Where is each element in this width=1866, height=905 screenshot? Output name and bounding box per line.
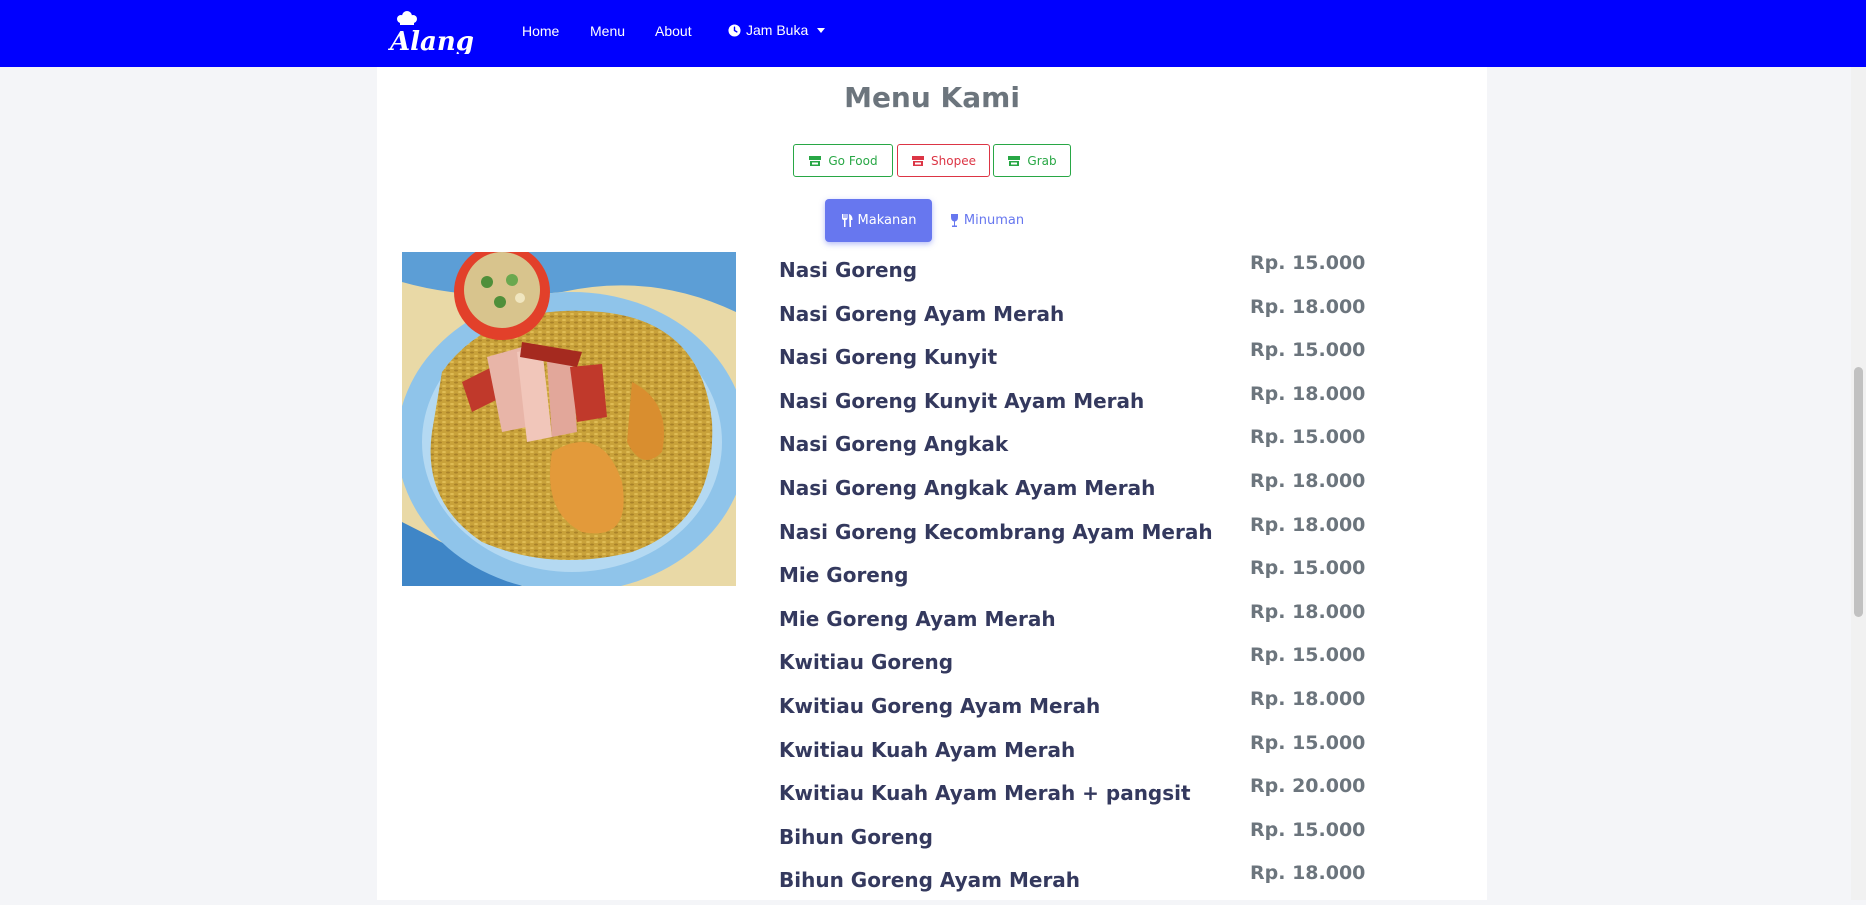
tab-makanan[interactable]: Makanan [825, 199, 932, 242]
list-item[interactable]: Nasi Goreng Kecombrang Ayam Merah Rp. 18… [779, 513, 1365, 557]
shopee-label: Shopee [931, 153, 976, 168]
item-price: Rp. 15.000 [1250, 644, 1366, 667]
item-name: Kwitiau Goreng Ayam Merah [779, 693, 1101, 718]
item-name: Mie Goreng Ayam Merah [779, 606, 1056, 631]
menu-list: Nasi Goreng Rp. 15.000 Nasi Goreng Ayam … [779, 251, 1365, 905]
item-price: Rp. 18.000 [1250, 513, 1366, 536]
list-item[interactable]: Mie Goreng Rp. 15.000 [779, 556, 1365, 600]
list-item[interactable]: Bihun Goreng Ayam Merah Rp. 18.000 [779, 861, 1365, 905]
list-item[interactable]: Kwitiau Kuah Ayam Merah + pangsit Rp. 20… [779, 774, 1365, 818]
list-item[interactable]: Bihun Goreng Rp. 15.000 [779, 818, 1365, 862]
item-price: Rp. 15.000 [1250, 339, 1366, 362]
menu-section: Menu Kami Go Food Shopee Grab Makanan Mi… [377, 67, 1487, 900]
tab-minuman[interactable]: Minuman [937, 199, 1037, 242]
item-price: Rp. 20.000 [1250, 775, 1366, 798]
top-navbar: Alang Home Menu About Jam Buka [0, 0, 1866, 67]
item-price: Rp. 18.000 [1250, 469, 1366, 492]
wine-glass-icon [950, 214, 958, 227]
caret-down-icon [817, 27, 826, 33]
store-icon [809, 155, 822, 166]
item-price: Rp. 15.000 [1250, 252, 1366, 274]
dish-photo [402, 252, 736, 586]
item-name: Mie Goreng [779, 563, 909, 588]
scrollbar-thumb[interactable] [1854, 367, 1863, 617]
item-price: Rp. 15.000 [1250, 557, 1366, 580]
item-name: Nasi Goreng Angkak Ayam Merah [779, 475, 1156, 500]
item-name: Kwitiau Kuah Ayam Merah + pangsit [779, 781, 1191, 806]
item-price: Rp. 15.000 [1250, 426, 1366, 449]
tab-makanan-label: Makanan [857, 213, 917, 228]
list-item[interactable]: Nasi Goreng Angkak Rp. 15.000 [779, 425, 1365, 469]
list-item[interactable]: Nasi Goreng Ayam Merah Rp. 18.000 [779, 295, 1365, 339]
item-name: Kwitiau Kuah Ayam Merah [779, 737, 1076, 762]
tab-minuman-label: Minuman [963, 213, 1025, 228]
scrollbar[interactable] [1851, 67, 1866, 900]
item-name: Kwitiau Goreng [779, 650, 954, 675]
item-price: Rp. 15.000 [1250, 818, 1366, 841]
store-icon [912, 155, 925, 166]
item-price: Rp. 18.000 [1250, 382, 1366, 405]
go-food-label: Go Food [828, 153, 878, 168]
item-price: Rp. 18.000 [1250, 295, 1366, 318]
item-price: Rp. 18.000 [1250, 862, 1366, 885]
list-item[interactable]: Nasi Goreng Angkak Ayam Merah Rp. 18.000 [779, 469, 1365, 513]
item-name: Nasi Goreng Kecombrang Ayam Merah [779, 519, 1213, 544]
item-name: Nasi Goreng Angkak [779, 432, 1009, 457]
hours-dropdown-label: Jam Buka [746, 22, 809, 38]
item-name: Nasi Goreng Kunyit [779, 345, 998, 370]
item-name: Nasi Goreng Kunyit Ayam Merah [779, 388, 1145, 413]
list-item[interactable]: Kwitiau Goreng Rp. 15.000 [779, 643, 1365, 687]
hours-dropdown[interactable]: Jam Buka [728, 22, 826, 38]
item-name: Nasi Goreng Ayam Merah [779, 301, 1065, 326]
item-name: Bihun Goreng [779, 824, 933, 849]
store-icon [1008, 155, 1021, 166]
list-item[interactable]: Nasi Goreng Kunyit Ayam Merah Rp. 18.000 [779, 382, 1365, 426]
utensils-icon [841, 214, 853, 227]
page-title: Menu Kami [844, 81, 1020, 114]
item-price: Rp. 15.000 [1250, 731, 1366, 754]
nav-about[interactable]: About [655, 23, 692, 39]
shopee-button[interactable]: Shopee [897, 144, 990, 177]
list-item[interactable]: Mie Goreng Ayam Merah Rp. 18.000 [779, 600, 1365, 644]
grab-label: Grab [1027, 153, 1057, 168]
grab-button[interactable]: Grab [993, 144, 1071, 177]
svg-text:Alang: Alang [388, 27, 474, 54]
nav-home[interactable]: Home [522, 23, 559, 39]
list-item[interactable]: Kwitiau Kuah Ayam Merah Rp. 15.000 [779, 731, 1365, 775]
list-item[interactable]: Kwitiau Goreng Ayam Merah Rp. 18.000 [779, 687, 1365, 731]
clock-icon [728, 23, 741, 37]
list-item[interactable]: Nasi Goreng Kunyit Rp. 15.000 [779, 338, 1365, 382]
item-name: Nasi Goreng [779, 258, 918, 282]
brand-logo[interactable]: Alang [388, 10, 480, 54]
item-price: Rp. 18.000 [1250, 687, 1366, 710]
go-food-button[interactable]: Go Food [793, 144, 893, 177]
list-item[interactable]: Nasi Goreng Rp. 15.000 [779, 251, 1365, 295]
item-name: Bihun Goreng Ayam Merah [779, 868, 1081, 893]
nav-menu[interactable]: Menu [590, 23, 625, 39]
item-price: Rp. 18.000 [1250, 600, 1366, 623]
